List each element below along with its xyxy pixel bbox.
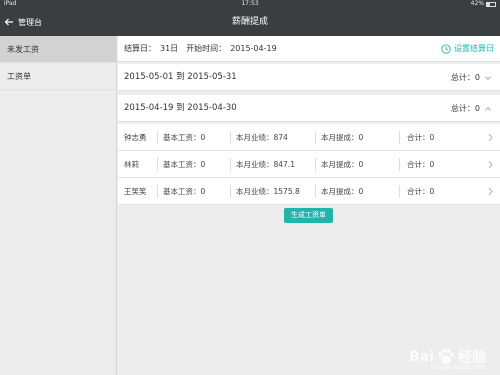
- chevron-right-icon: [488, 160, 493, 169]
- employee-row[interactable]: 林莉 基本工资：0 本月业绩：847.1 本月提成：0 合计：0: [118, 151, 500, 178]
- battery-icon: [486, 1, 496, 7]
- row-total: 合计：0: [407, 160, 435, 169]
- start-time-value: 2015-04-19: [230, 44, 277, 53]
- settlement-info: 结算日： 31日 开始时间： 2015-04-19 设置结算日: [118, 36, 500, 62]
- sidebar: 未发工资 工资单: [0, 36, 117, 375]
- settle-day-value: 31日: [160, 44, 179, 53]
- back-label: 管理台: [18, 17, 42, 27]
- chevron-right-icon: [488, 187, 493, 196]
- page-title: 薪酬提成: [231, 17, 268, 27]
- period-row-expanded[interactable]: 2015-04-19 到 2015-04-30 总计：0: [118, 95, 500, 122]
- main-content: 结算日： 31日 开始时间： 2015-04-19 设置结算日 2015-05-01 …: [118, 36, 500, 375]
- base-salary: 基本工资：0: [163, 133, 206, 142]
- monthly-commission: 本月提成：0: [321, 160, 364, 169]
- divider: [230, 185, 231, 198]
- settle-button-label: 设置结算日: [454, 44, 494, 53]
- period-total-value: 0: [474, 73, 480, 82]
- divider: [399, 158, 400, 171]
- settle-day-label: 结算日：: [124, 44, 156, 53]
- row-total: 合计：0: [407, 133, 435, 142]
- nav-bar: 管理台 薪酬提成: [0, 8, 500, 36]
- monthly-performance: 本月业绩：847.1: [236, 160, 295, 169]
- monthly-commission: 本月提成：0: [321, 187, 364, 196]
- base-salary: 基本工资：0: [163, 187, 206, 196]
- chevron-up-icon: [485, 106, 491, 111]
- divider: [157, 131, 158, 144]
- employee-name: 林莉: [124, 160, 139, 169]
- row-total: 合计：0: [407, 187, 435, 196]
- generate-payslip-button[interactable]: 生成工资单: [284, 208, 333, 223]
- divider: [157, 158, 158, 171]
- employee-name: 王笑笑: [124, 187, 147, 196]
- period-row[interactable]: 2015-05-01 到 2015-05-31 总计：0: [118, 64, 500, 91]
- arrow-left-icon: [4, 18, 13, 26]
- divider: [230, 158, 231, 171]
- battery-percent: 42%: [470, 0, 484, 7]
- back-button[interactable]: 管理台: [4, 8, 42, 36]
- period-total-value: 0: [474, 104, 480, 113]
- set-settlement-day-button[interactable]: 设置结算日: [441, 36, 494, 62]
- divider: [230, 131, 231, 144]
- watermark: Bai 经验 jingyan.baidu.com: [409, 347, 486, 371]
- status-time: 17:53: [241, 0, 259, 7]
- chevron-right-icon: [488, 133, 493, 142]
- monthly-commission: 本月提成：0: [321, 133, 364, 142]
- battery-status: 42%: [471, 0, 496, 8]
- monthly-performance: 本月业绩：874: [236, 133, 288, 142]
- employee-name: 钟志勇: [124, 133, 147, 142]
- period-total-label: 总计：: [450, 104, 475, 113]
- status-bar: iPad 17:53 42%: [0, 0, 500, 8]
- divider: [315, 185, 316, 198]
- base-salary: 基本工资：0: [163, 160, 206, 169]
- divider: [315, 131, 316, 144]
- divider: [157, 185, 158, 198]
- monthly-performance: 本月业绩：1575.8: [236, 187, 300, 196]
- employee-row[interactable]: 王笑笑 基本工资：0 本月业绩：1575.8 本月提成：0 合计：0: [118, 178, 500, 205]
- period-total-label: 总计：: [450, 73, 475, 82]
- clock-icon: [441, 44, 451, 54]
- divider: [399, 185, 400, 198]
- sidebar-item-unpaid[interactable]: 未发工资: [0, 36, 116, 63]
- watermark-brand: Bai: [409, 349, 434, 365]
- divider: [399, 131, 400, 144]
- period-range: 2015-05-01 到 2015-05-31: [124, 72, 237, 82]
- employee-row[interactable]: 钟志勇 基本工资：0 本月业绩：874 本月提成：0 合计：0: [118, 124, 500, 151]
- chevron-down-icon: [485, 75, 491, 80]
- start-time-label: 开始时间：: [186, 44, 227, 53]
- watermark-url: jingyan.baidu.com: [430, 364, 486, 371]
- sidebar-item-payslip[interactable]: 工资单: [0, 63, 116, 90]
- period-range: 2015-04-19 到 2015-04-30: [124, 103, 237, 113]
- divider: [315, 158, 316, 171]
